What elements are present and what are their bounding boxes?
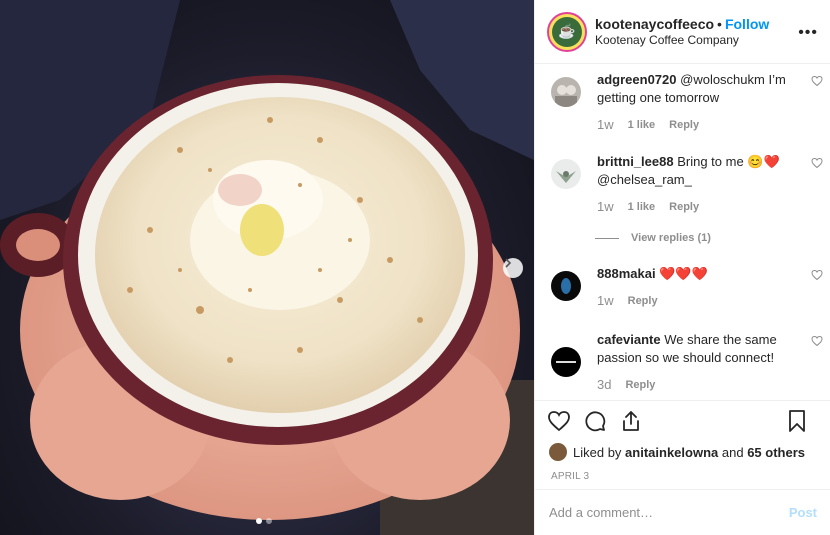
reply-button[interactable]: Reply <box>625 377 655 393</box>
liker-avatar[interactable] <box>549 443 567 461</box>
post-side-panel: ☕ kootenaycoffeeco • Follow Kootenay Coffe… <box>534 0 830 535</box>
action-bar <box>535 401 830 441</box>
post-comment-button[interactable]: Post <box>789 505 817 520</box>
view-replies-label: View replies (1) <box>631 232 711 244</box>
avatar-photo-icon <box>551 77 581 107</box>
carousel-indicator <box>256 518 272 524</box>
post-actions-section: Liked by anitainkelowna and 65 others AP… <box>535 400 830 482</box>
like-comment-heart-icon[interactable] <box>811 157 823 169</box>
comment-username[interactable]: brittni_lee88 <box>597 154 674 169</box>
avatar-photo-icon <box>551 159 581 189</box>
header-username[interactable]: kootenaycoffeeco <box>595 16 714 32</box>
comment-time[interactable]: 1w <box>597 199 614 215</box>
reply-button[interactable]: Reply <box>628 293 658 309</box>
share-upload-icon[interactable] <box>619 409 643 433</box>
carousel-dot <box>266 518 272 524</box>
like-comment-heart-icon[interactable] <box>811 269 823 281</box>
comment-likes[interactable]: 1 like <box>628 199 656 215</box>
comment-item: adgreen0720 @woloschukm I’m getting one … <box>551 71 823 133</box>
coffee-leaf-icon: ☕ <box>552 16 582 47</box>
likes-middle: and <box>721 444 744 460</box>
profile-avatar[interactable]: ☕ <box>547 11 587 52</box>
like-comment-heart-icon[interactable] <box>811 75 823 87</box>
comment-time[interactable]: 1w <box>597 293 614 309</box>
more-options-icon[interactable]: ••• <box>798 24 818 42</box>
comment-username[interactable]: 888makai <box>597 266 656 281</box>
comment-likes[interactable]: 1 like <box>628 117 656 133</box>
commenter-avatar[interactable] <box>551 271 581 301</box>
coffee-photo-illustration <box>0 0 534 535</box>
post-header: ☕ kootenaycoffeeco • Follow Kootenay Coffe… <box>535 0 830 64</box>
view-replies-button[interactable]: View replies (1) <box>595 232 711 244</box>
comment-username[interactable]: cafeviante <box>597 332 661 347</box>
header-separator: • <box>717 15 722 32</box>
liker-username[interactable]: anitainkelowna <box>625 445 718 460</box>
comment-username[interactable]: adgreen0720 <box>597 72 677 87</box>
header-subtitle[interactable]: Kootenay Coffee Company <box>595 32 769 48</box>
chevron-right-icon <box>505 258 512 268</box>
commenter-avatar[interactable] <box>551 77 581 107</box>
commenter-avatar[interactable] <box>551 347 581 377</box>
commenter-avatar[interactable] <box>551 159 581 189</box>
save-bookmark-icon[interactable] <box>785 409 809 433</box>
reply-button[interactable]: Reply <box>669 117 699 133</box>
follow-button[interactable]: Follow <box>725 16 769 32</box>
avatar-photo-icon <box>551 271 581 301</box>
likes-others-link[interactable]: 65 others <box>747 445 805 460</box>
comment-item: cafeviante We share the same passion so … <box>551 331 823 393</box>
comment-time[interactable]: 1w <box>597 117 614 133</box>
comment-bubble-icon[interactable] <box>583 409 607 433</box>
add-comment-bar: Post <box>535 489 830 535</box>
comment-time[interactable]: 3d <box>597 377 611 393</box>
like-heart-icon[interactable] <box>547 409 571 433</box>
likes-prefix: Liked by <box>573 444 622 460</box>
reply-button[interactable]: Reply <box>669 199 699 215</box>
carousel-dot-active <box>256 518 262 524</box>
view-replies-line <box>595 237 619 239</box>
comment-list[interactable]: adgreen0720 @woloschukm I’m getting one … <box>535 65 830 400</box>
cafeviante-logo-icon <box>551 347 581 377</box>
comment-text: ❤️❤️❤️ <box>659 266 708 281</box>
like-comment-heart-icon[interactable] <box>811 335 823 347</box>
next-photo-button[interactable] <box>503 258 523 278</box>
likes-summary: Liked by anitainkelowna and 65 others <box>535 441 830 463</box>
comment-input[interactable] <box>549 505 789 520</box>
post-photo[interactable] <box>0 0 534 535</box>
comment-item: brittni_lee88 Bring to me 😊❤️ @chelsea_r… <box>551 153 823 215</box>
comment-item: 888makai ❤️❤️❤️ 1w Reply <box>551 265 823 309</box>
post-date[interactable]: APRIL 3 <box>535 463 830 482</box>
